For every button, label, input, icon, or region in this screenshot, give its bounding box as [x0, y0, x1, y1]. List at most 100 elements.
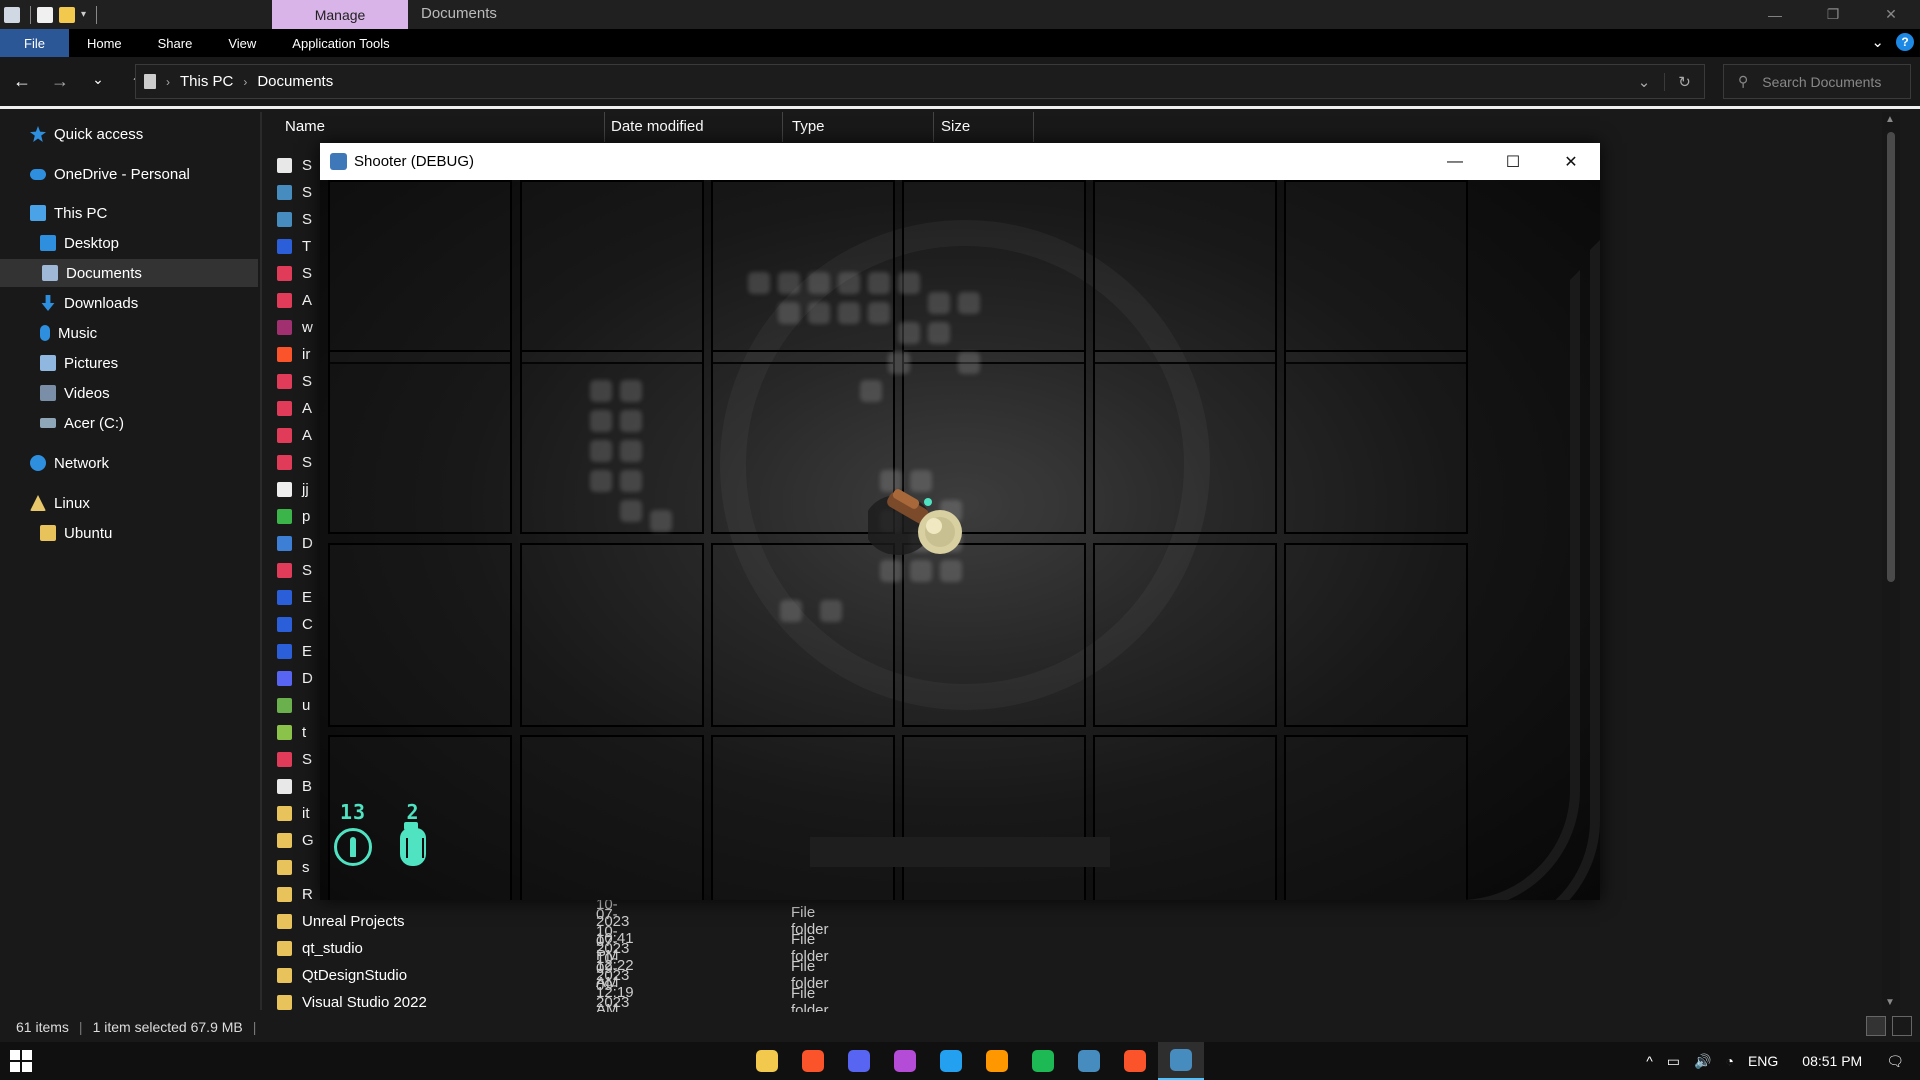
game-viewport[interactable]: 13 2	[320, 180, 1600, 900]
manage-tab[interactable]: Manage	[272, 0, 408, 29]
text-file-icon	[277, 778, 292, 794]
scroll-down-icon[interactable]: ▼	[1885, 997, 1895, 1008]
sidebar-item-linux[interactable]: Linux	[30, 489, 90, 517]
column-divider[interactable]	[1033, 112, 1034, 142]
sidebar-item-music[interactable]: Music	[40, 319, 97, 347]
recent-locations-icon[interactable]: ⌄	[88, 71, 108, 92]
customize-qat-icon[interactable]: ▾	[81, 9, 86, 20]
minimize-button[interactable]: —	[1746, 0, 1804, 29]
sidebar-item-this-pc[interactable]: This PC	[30, 199, 107, 227]
quick-access-toolbar: ▾	[0, 0, 98, 29]
sidebar-item-quick-access[interactable]: Quick access	[30, 120, 143, 148]
floor-light	[590, 440, 612, 462]
taskbar-app-vscode[interactable]	[928, 1042, 974, 1080]
sidebar-item-videos[interactable]: Videos	[40, 379, 110, 407]
floor-light	[958, 352, 980, 374]
notifications-icon[interactable]: 🗨	[1886, 1053, 1904, 1070]
taskbar-app-brave[interactable]	[790, 1042, 836, 1080]
qat-separator	[96, 5, 98, 24]
tab-share[interactable]: Share	[140, 29, 211, 57]
address-dropdown-icon[interactable]: ⌄	[1624, 73, 1664, 91]
file-row[interactable]: QtDesignStudio 07-10-2023 12:19 AM File fo…	[277, 933, 829, 1018]
language-indicator[interactable]: ENG	[1748, 1053, 1778, 1069]
taskbar-app-app-purple[interactable]	[882, 1042, 928, 1080]
restore-button[interactable]: ❐	[1804, 0, 1862, 29]
sidebar-item-onedrive[interactable]: OneDrive - Personal	[30, 160, 190, 188]
breadcrumb-this-pc[interactable]: This PC	[180, 73, 233, 90]
tab-view[interactable]: View	[210, 29, 274, 57]
status-bar: 61 items | 1 item selected 67.9 MB |	[0, 1012, 1920, 1042]
tab-home[interactable]: Home	[69, 29, 140, 57]
taskbar-app-sublime[interactable]	[974, 1042, 1020, 1080]
floor-light	[590, 380, 612, 402]
column-size[interactable]: Size	[941, 118, 970, 142]
vertical-scrollbar[interactable]: ▲ ▼	[1882, 112, 1900, 1010]
sidebar-item-label: Downloads	[64, 294, 139, 312]
scrollbar-thumb[interactable]	[1887, 132, 1895, 582]
battery-icon[interactable]: ▭	[1667, 1053, 1680, 1070]
sidebar-item-documents[interactable]: Documents	[0, 259, 258, 287]
sidebar-item-desktop[interactable]: Desktop	[40, 229, 119, 257]
wifi-icon[interactable]: ◔	[1725, 1053, 1733, 1069]
sidebar-item-ubuntu[interactable]: Ubuntu	[40, 519, 112, 547]
breadcrumb-chevron-icon[interactable]: ›	[243, 75, 247, 89]
expand-ribbon-icon[interactable]: ⌄	[1871, 33, 1884, 51]
column-divider[interactable]	[933, 112, 934, 142]
taskbar-app-godot-game[interactable]	[1158, 1042, 1204, 1080]
sidebar-item-acer-c[interactable]: Acer (C:)	[40, 409, 124, 437]
column-divider[interactable]	[604, 112, 605, 142]
taskbar-app-brave-2[interactable]	[1112, 1042, 1158, 1080]
sidebar-item-label: Quick access	[54, 125, 144, 143]
game-close-button[interactable]: ✕	[1542, 143, 1600, 180]
game-window[interactable]: Shooter (DEBUG) — ☐ ✕ 13 2	[320, 143, 1600, 900]
sidebar-item-downloads[interactable]: Downloads	[40, 289, 138, 317]
close-button[interactable]: ✕	[1862, 0, 1920, 29]
taskbar-app-godot[interactable]	[1066, 1042, 1112, 1080]
game-maximize-button[interactable]: ☐	[1484, 143, 1542, 180]
ribbon-tabs: File Home Share View Application Tools ⌄…	[0, 29, 1920, 57]
properties-icon[interactable]	[37, 6, 53, 23]
floor-light	[778, 272, 800, 294]
floor-light	[620, 380, 642, 402]
taskbar-app-spotify[interactable]	[1020, 1042, 1066, 1080]
volume-icon[interactable]: 🔊	[1694, 1053, 1711, 1070]
taskbar-app-file-explorer[interactable]	[744, 1042, 790, 1080]
show-hidden-icons-icon[interactable]: ^	[1646, 1053, 1653, 1069]
breadcrumb-documents[interactable]: Documents	[257, 73, 333, 90]
tab-application-tools[interactable]: Application Tools	[274, 29, 407, 57]
sidebar-item-pictures[interactable]: Pictures	[40, 349, 118, 377]
column-type[interactable]: Type	[792, 118, 825, 142]
file-row[interactable]: qt_studio 07-10-2023 12:22 AM File folder	[277, 906, 829, 991]
address-bar[interactable]: › This PC › Documents ⌄ ↻	[135, 64, 1705, 99]
column-date-modified[interactable]: Date modified	[611, 118, 704, 142]
details-view-icon[interactable]	[1866, 1016, 1886, 1036]
floor-light	[620, 410, 642, 432]
grenade-counter: 2	[400, 800, 426, 866]
scroll-up-icon[interactable]: ▲	[1885, 114, 1895, 125]
app-icon	[277, 562, 292, 578]
desktop-icon	[40, 235, 56, 251]
taskbar-app-discord[interactable]	[836, 1042, 882, 1080]
help-icon[interactable]: ?	[1896, 33, 1914, 51]
back-icon[interactable]: ←	[12, 71, 32, 92]
file-name: QtDesignStudio	[302, 966, 408, 984]
new-folder-icon[interactable]	[59, 6, 75, 23]
clock[interactable]: 08:51 PM	[1802, 1053, 1862, 1069]
file-row[interactable]: Unreal Projects20-10-2023 10:41 PMFile f…	[277, 879, 829, 964]
forward-icon[interactable]: →	[50, 71, 70, 92]
floor-light	[650, 510, 672, 532]
game-minimize-button[interactable]: —	[1426, 143, 1484, 180]
breadcrumb-chevron-icon[interactable]: ›	[166, 75, 170, 89]
large-icons-view-icon[interactable]	[1892, 1016, 1912, 1036]
sidebar-item-network[interactable]: Network	[30, 449, 109, 477]
search-box[interactable]: ⚲ Search Documents	[1723, 64, 1911, 99]
column-divider[interactable]	[782, 112, 783, 142]
status-panel	[810, 837, 1110, 867]
refresh-icon[interactable]: ↻	[1664, 72, 1704, 91]
game-title-bar[interactable]: Shooter (DEBUG) — ☐ ✕	[320, 143, 1600, 180]
start-button[interactable]	[10, 1050, 32, 1072]
column-name[interactable]: Name	[285, 118, 325, 142]
music-icon	[40, 325, 50, 341]
green-app-icon	[277, 508, 292, 524]
tab-file[interactable]: File	[0, 29, 69, 57]
